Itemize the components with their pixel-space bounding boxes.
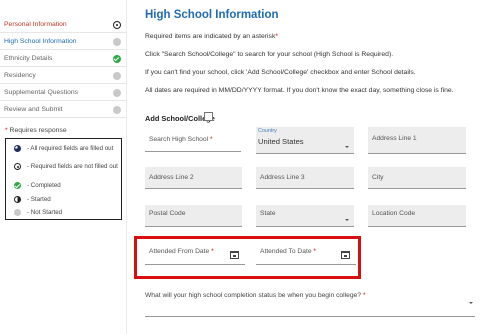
address-line-2-input[interactable]: Address Line 2	[145, 167, 242, 189]
sidebar: Personal Information High School Informa…	[0, 0, 127, 334]
postal-code-input[interactable]: Postal Code	[145, 205, 242, 227]
status-not-started-icon	[113, 38, 121, 46]
sidebar-item-review-and-submit[interactable]: Review and Submit	[0, 102, 126, 118]
sidebar-item-ethnicity-details[interactable]: Ethnicity Details	[0, 51, 126, 67]
search-high-school-input[interactable]: Search High School *	[145, 128, 241, 152]
sidebar-item-residency[interactable]: Residency	[0, 68, 126, 84]
state-select[interactable]: State	[256, 205, 354, 227]
required-asterisk: *	[5, 127, 8, 134]
all-required-filled-icon	[14, 145, 21, 152]
dates-note: All dates are required in MM/DD/YYYY for…	[145, 87, 454, 94]
status-unfilled-icon	[113, 21, 121, 29]
cant-find-note: If you can't find your school, click 'Ad…	[145, 69, 416, 76]
status-legend: - All required fields are filled out - R…	[5, 138, 122, 220]
address-line-1-input[interactable]: Address Line 1	[368, 127, 466, 154]
status-not-started-icon	[113, 89, 121, 97]
sidebar-item-high-school-information[interactable]: High School Information	[0, 34, 126, 50]
page-title: High School Information	[145, 9, 279, 21]
sidebar-item-label: Supplemental Questions	[4, 89, 79, 96]
address-line-3-input[interactable]: Address Line 3	[256, 167, 354, 189]
sidebar-item-label: Review and Submit	[4, 106, 63, 113]
started-icon	[14, 196, 21, 203]
chevron-down-icon[interactable]	[469, 302, 473, 304]
completion-status-question: What will your high school completion st…	[145, 292, 366, 299]
completed-icon	[14, 182, 21, 189]
sidebar-item-personal-information[interactable]: Personal Information	[0, 17, 126, 33]
city-input[interactable]: City	[368, 167, 466, 189]
date-fields-highlight	[134, 236, 361, 279]
chevron-down-icon	[345, 219, 349, 221]
country-select[interactable]: Country United States	[256, 127, 354, 154]
search-note: Click "Search School/College" to search …	[145, 51, 394, 58]
status-not-started-icon	[113, 72, 121, 80]
required-note: Required items are indicated by an aster…	[145, 33, 278, 40]
sidebar-item-supplemental-questions[interactable]: Supplemental Questions	[0, 85, 126, 101]
completion-status-select[interactable]	[145, 316, 475, 317]
sidebar-item-label: High School Information	[4, 38, 77, 45]
location-code-input[interactable]: Location Code	[368, 205, 466, 227]
chevron-down-icon	[345, 146, 349, 148]
required-not-filled-icon	[14, 163, 21, 170]
add-school-checkbox[interactable]	[204, 112, 213, 121]
status-complete-icon	[113, 55, 121, 63]
not-started-icon	[14, 209, 21, 216]
sidebar-item-label: Ethnicity Details	[4, 55, 53, 62]
sidebar-item-label: Residency	[4, 72, 36, 79]
requires-response-label: * Requires response	[5, 127, 67, 134]
sidebar-item-label: Personal Information	[4, 21, 67, 28]
status-not-started-icon	[113, 106, 121, 114]
